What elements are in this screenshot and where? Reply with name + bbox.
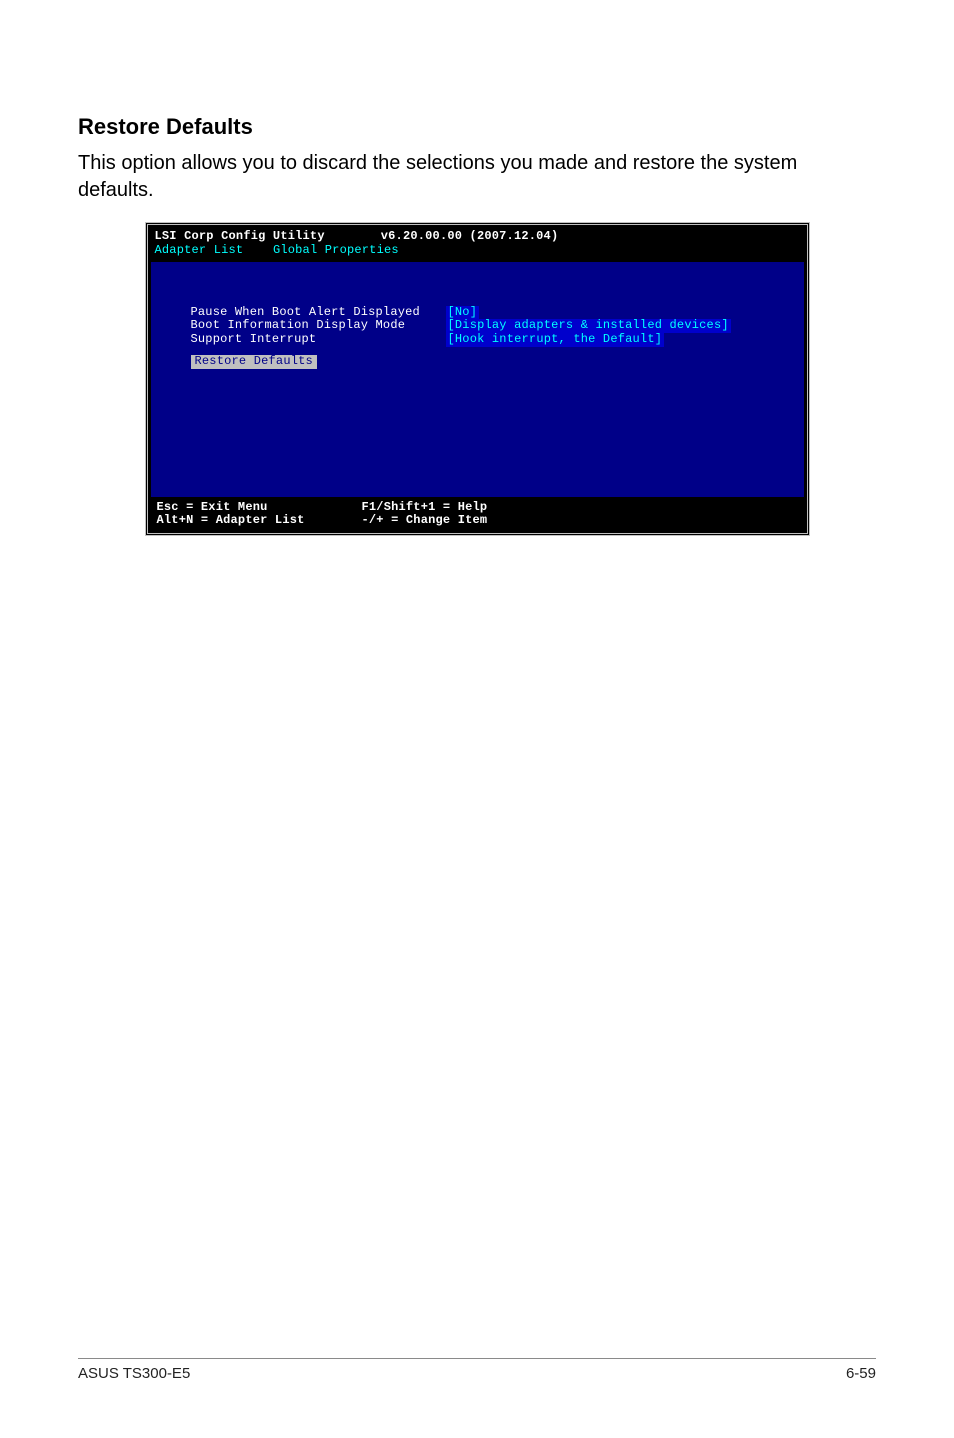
bios-property-row: Boot Information Display Mode [Display a… — [191, 319, 764, 333]
hint-altn: Alt+N = Adapter List — [157, 514, 362, 528]
bios-property-value: [No] — [446, 306, 480, 320]
bios-property-value: [Display adapters & installed devices] — [446, 319, 731, 333]
breadcrumb-current: Global Properties — [273, 243, 399, 257]
hint-help: F1/Shift+1 = Help — [362, 501, 488, 515]
bios-property-row: Pause When Boot Alert Displayed [No] — [191, 306, 764, 320]
section-heading: Restore Defaults — [78, 114, 876, 140]
footer-left: ASUS TS300-E5 — [78, 1365, 190, 1382]
bios-screenshot: LSI Corp Config Utility v6.20.00.00 (200… — [145, 222, 810, 536]
bios-property-row: Support Interrupt [Hook interrupt, the D… — [191, 333, 764, 347]
utility-version: v6.20.00.00 (2007.12.04) — [381, 230, 559, 244]
restore-defaults-item: Restore Defaults — [191, 355, 317, 369]
hint-change: -/+ = Change Item — [362, 514, 488, 528]
bios-body: Pause When Boot Alert Displayed [No] Boo… — [151, 262, 804, 497]
utility-name: LSI Corp Config Utility — [155, 230, 325, 244]
bios-title-bar: LSI Corp Config Utility v6.20.00.00 (200… — [151, 228, 804, 244]
bios-property-label: Boot Information Display Mode — [191, 319, 446, 333]
page-footer: ASUS TS300-E5 6-59 — [78, 1358, 876, 1382]
bios-property-value: [Hook interrupt, the Default] — [446, 333, 665, 347]
bios-property-label: Pause When Boot Alert Displayed — [191, 306, 446, 320]
bios-breadcrumb: Adapter List Global Properties — [151, 244, 804, 262]
footer-page-number: 6-59 — [846, 1365, 876, 1382]
bios-property-label: Support Interrupt — [191, 333, 446, 347]
bios-key-hints: Esc = Exit Menu F1/Shift+1 = Help Alt+N … — [151, 497, 804, 531]
hint-esc: Esc = Exit Menu — [157, 501, 362, 515]
section-body: This option allows you to discard the se… — [78, 150, 876, 204]
breadcrumb-root: Adapter List — [155, 243, 244, 257]
